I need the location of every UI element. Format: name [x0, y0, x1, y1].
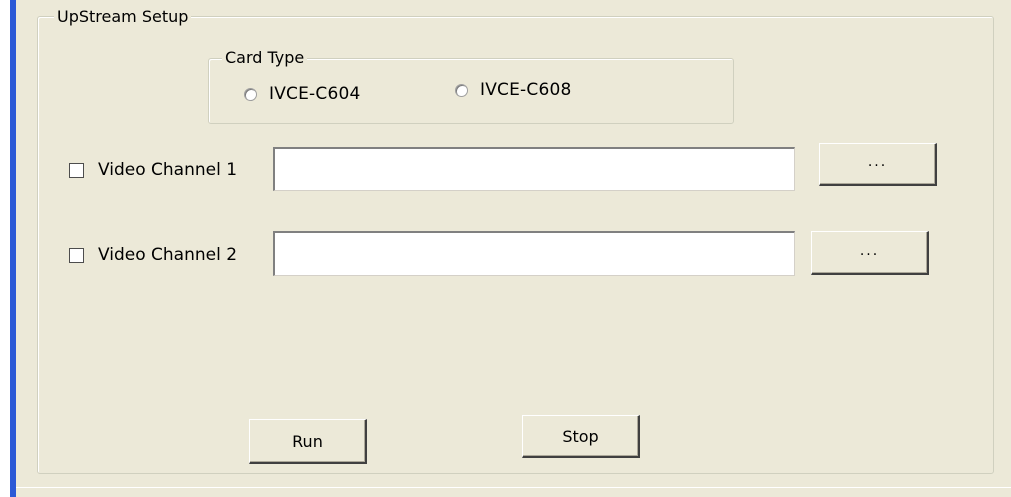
- browse-ellipsis: ...: [859, 242, 880, 259]
- radio-label-ivce-c604: IVCE-C604: [269, 84, 361, 104]
- video-channel-1-checkbox[interactable]: Video Channel 1: [69, 160, 237, 180]
- radio-circle[interactable]: [244, 87, 257, 101]
- radio-label-ivce-c608: IVCE-C608: [480, 80, 572, 100]
- window-edge: [10, 0, 16, 497]
- stop-button[interactable]: Stop: [522, 415, 640, 458]
- browse-ellipsis: ...: [867, 154, 888, 170]
- left-white-strip: [0, 0, 10, 497]
- radio-ivce-c608[interactable]: IVCE-C608: [455, 80, 572, 100]
- video-channel-2-path-field[interactable]: [273, 231, 795, 276]
- upstream-setup-title: UpStream Setup: [54, 8, 192, 26]
- checkbox-box[interactable]: [69, 247, 84, 263]
- video-channel-1-browse-button[interactable]: ...: [819, 143, 937, 186]
- video-channel-2-label: Video Channel 2: [98, 245, 238, 265]
- video-channel-2-checkbox[interactable]: Video Channel 2: [69, 245, 237, 265]
- radio-circle[interactable]: [455, 83, 468, 97]
- video-channel-1-label: Video Channel 1: [98, 160, 238, 180]
- run-button[interactable]: Run: [249, 419, 367, 464]
- upstream-setup-window: UpStream Setup Card Type IVCE-C604 IVCE-…: [0, 0, 1011, 497]
- checkbox-box[interactable]: [69, 162, 84, 178]
- video-channel-2-browse-button[interactable]: ...: [811, 231, 929, 275]
- card-type-title: Card Type: [222, 49, 308, 67]
- radio-ivce-c604[interactable]: IVCE-C604: [244, 84, 361, 104]
- bottom-divider: [16, 487, 1011, 497]
- video-channel-1-path-field[interactable]: [273, 147, 795, 191]
